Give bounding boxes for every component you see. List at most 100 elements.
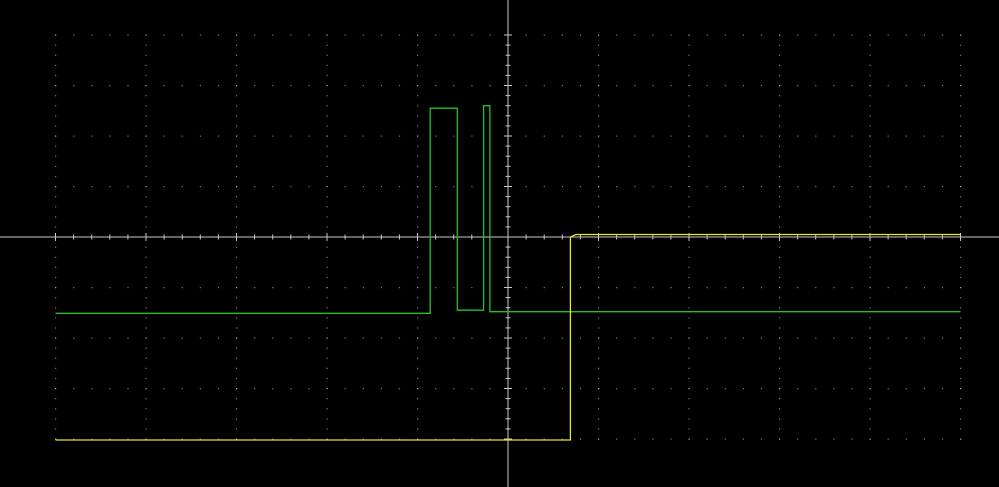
grid-dot (960, 34, 962, 36)
grid-dot (145, 428, 147, 430)
grid-dot (869, 155, 871, 157)
grid-dot (326, 388, 328, 390)
grid-dot (869, 145, 871, 147)
grid-dot (417, 246, 419, 248)
grid-dot (706, 337, 708, 339)
grid-dot (55, 398, 57, 400)
grid-dot (652, 337, 654, 339)
grid-dot (145, 44, 147, 46)
grid-dot (887, 85, 889, 87)
grid-dot (561, 287, 563, 289)
grid-dot (543, 34, 545, 36)
grid-dot (55, 256, 57, 258)
grid-dot (869, 317, 871, 319)
grid-dot (670, 337, 672, 339)
grid-dot (127, 34, 129, 36)
grid-dot (598, 337, 600, 339)
grid-dot (55, 196, 57, 198)
grid-dot (598, 165, 600, 167)
grid-dot (851, 287, 853, 289)
grid-dot (326, 175, 328, 178)
grid-dot (851, 135, 853, 137)
grid-dot (55, 226, 57, 228)
grid-dot (163, 34, 165, 36)
grid-dot (199, 34, 201, 36)
grid-dot (417, 34, 419, 36)
grid-dot (869, 44, 871, 46)
grid-dot (579, 438, 582, 440)
grid-dot (145, 367, 147, 369)
grid-dot (869, 175, 871, 178)
grid-dot (326, 125, 328, 127)
grid-dot (236, 408, 238, 410)
grid-dot (145, 196, 147, 198)
grid-dot (779, 266, 781, 268)
grid-dot (525, 388, 527, 390)
grid-dot (236, 418, 238, 420)
grid-dot (91, 34, 93, 36)
grid-dot (869, 337, 871, 339)
grid-dot (417, 347, 419, 349)
grid-dot (91, 135, 93, 137)
grid-dot (435, 287, 437, 289)
grid-dot (670, 388, 672, 390)
grid-dot (797, 135, 799, 137)
grid-dot (417, 307, 419, 309)
grid-dot (598, 408, 600, 410)
grid-dot (960, 105, 962, 107)
grid-dot (326, 327, 328, 329)
grid-dot (398, 287, 401, 289)
grid-dot (598, 398, 600, 400)
grid-dot (760, 337, 763, 339)
grid-dot (688, 377, 690, 380)
grid-dot (236, 347, 238, 349)
grid-dot (561, 34, 563, 36)
grid-dot (905, 85, 907, 87)
grid-dot (688, 307, 690, 309)
grid-dot (236, 367, 238, 369)
grid-dot (236, 287, 238, 289)
grid-dot (489, 337, 491, 339)
grid-dot (598, 115, 600, 117)
grid-dot (869, 64, 871, 66)
grid-dot (688, 287, 690, 289)
grid-dot (308, 337, 310, 339)
grid-dot (308, 85, 310, 87)
grid-dot (598, 206, 600, 208)
grid-dot (145, 206, 147, 208)
grid-dot (779, 175, 781, 178)
grid-dot (688, 155, 690, 157)
grid-dot (779, 125, 781, 127)
grid-dot (779, 44, 781, 46)
grid-dot (471, 186, 473, 188)
grid-dot (326, 297, 328, 299)
grid-dot (145, 64, 147, 66)
grid-dot (960, 175, 962, 178)
grid-dot (236, 64, 238, 66)
grid-dot (598, 95, 600, 97)
grid-dot (652, 186, 654, 188)
grid-dot (598, 347, 600, 349)
grid-dot (326, 357, 328, 359)
grid-dot (779, 408, 781, 410)
grid-dot (417, 175, 419, 178)
grid-dot (398, 388, 401, 390)
grid-dot (869, 186, 871, 188)
grid-dot (561, 186, 563, 188)
grid-dot (145, 337, 147, 339)
grid-dot (417, 388, 419, 390)
grid-dot (923, 388, 925, 390)
grid-dot (634, 186, 636, 188)
grid-dot (236, 196, 238, 198)
grid-dot (290, 186, 292, 188)
grid-dot (236, 74, 238, 77)
grid-dot (652, 287, 654, 289)
grid-dot (145, 95, 147, 97)
grid-dot (181, 337, 183, 339)
grid-dot (290, 135, 292, 137)
grid-dot (742, 388, 744, 390)
grid-dot (254, 34, 256, 36)
grid-dot (417, 287, 419, 289)
grid-dot (417, 135, 419, 137)
grid-dot (344, 287, 346, 289)
